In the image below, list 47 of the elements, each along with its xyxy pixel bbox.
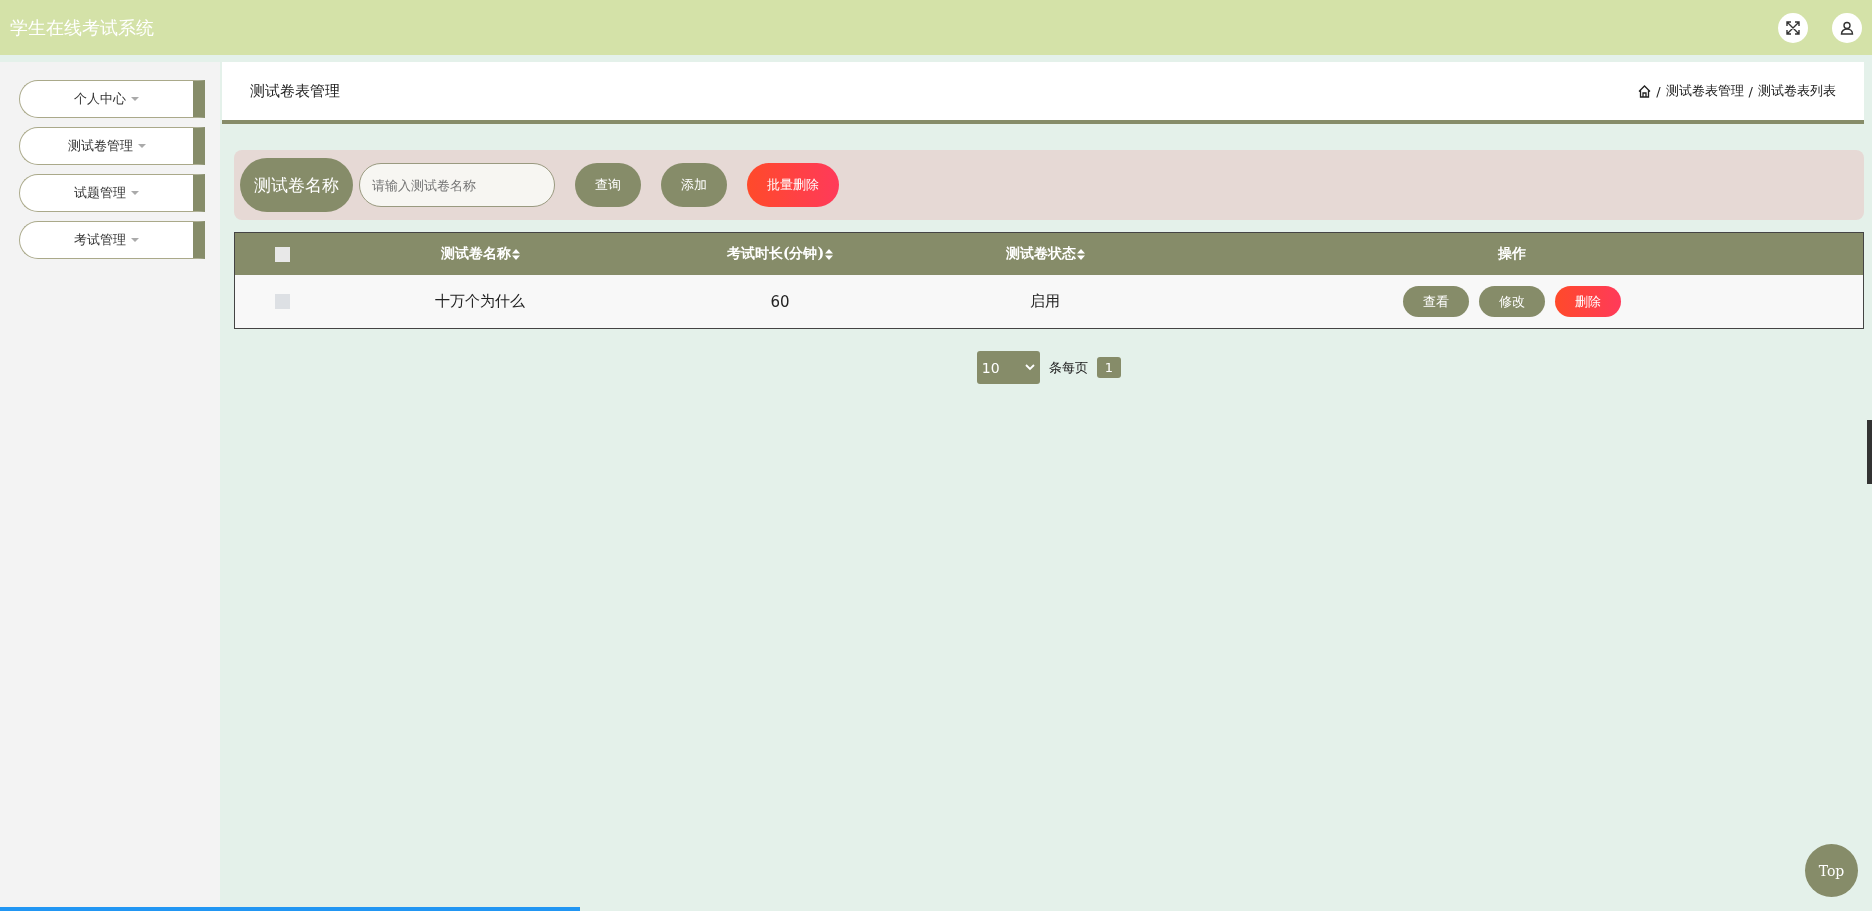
sort-icon[interactable] — [1076, 248, 1085, 260]
home-icon[interactable] — [1638, 84, 1652, 98]
caret-icon — [131, 190, 139, 196]
page-number[interactable]: 1 — [1096, 357, 1122, 378]
user-icon[interactable] — [1832, 12, 1862, 43]
search-label: 测试卷名称 — [240, 158, 353, 212]
row-action-button[interactable]: 查看 — [1402, 286, 1469, 317]
breadcrumb-link[interactable]: 测试卷表列表 — [1758, 82, 1836, 100]
table-cell-text: 60 — [769, 292, 791, 311]
breadcrumb-link[interactable]: 测试卷表管理 — [1665, 82, 1744, 100]
sort-icon[interactable] — [511, 248, 520, 260]
sort-icon[interactable] — [825, 248, 834, 260]
table-cell-text: 启用 — [1029, 292, 1061, 311]
toolbar-button[interactable]: 添加 — [661, 163, 727, 207]
column-header: 测试卷状态 — [1005, 245, 1076, 263]
page-title: 测试卷表管理 — [250, 81, 340, 101]
sidebar-item[interactable]: 测试卷管理 — [19, 127, 205, 165]
table-cell-text: 十万个为什么 — [434, 292, 526, 311]
back-to-top-button[interactable]: Top — [1805, 844, 1858, 897]
column-header: 操作 — [1497, 245, 1526, 263]
caret-icon — [137, 143, 146, 149]
scrollbar-thumb[interactable] — [1867, 420, 1872, 484]
sidebar-item[interactable]: 考试管理 — [19, 221, 205, 259]
breadcrumb-separator: / — [1656, 83, 1661, 99]
fullscreen-icon[interactable] — [1778, 12, 1808, 43]
sidebar-label: 考试管理 — [74, 231, 126, 249]
caret-icon — [131, 237, 139, 243]
chevron-down-icon — [1024, 364, 1035, 371]
delete-button[interactable]: 删除 — [1554, 286, 1621, 317]
row-checkbox[interactable] — [275, 294, 290, 309]
toolbar-button[interactable]: 查询 — [575, 163, 641, 207]
sidebar-label: 测试卷管理 — [67, 137, 133, 155]
sidebar-label: 个人中心 — [74, 90, 126, 108]
select-all-checkbox[interactable] — [275, 246, 290, 262]
name-search-field[interactable]: 请输入测试卷名称 — [359, 163, 555, 207]
caret-icon — [131, 96, 139, 102]
column-header: 考试时长(分钟) — [726, 245, 825, 263]
column-header: 测试卷名称 — [440, 245, 511, 263]
page-size-select[interactable]: 10 — [976, 351, 1040, 384]
per-page-label: 条每页 — [1048, 358, 1088, 377]
batch-delete-button[interactable]: 批量删除 — [747, 163, 839, 207]
breadcrumb-separator: / — [1748, 83, 1753, 99]
sidebar-item[interactable]: 试题管理 — [19, 174, 205, 212]
sidebar-item[interactable]: 个人中心 — [19, 80, 205, 118]
sidebar-label: 试题管理 — [74, 184, 126, 202]
app-title: 学生在线考试系统 — [10, 15, 154, 40]
row-action-button[interactable]: 修改 — [1478, 286, 1545, 317]
